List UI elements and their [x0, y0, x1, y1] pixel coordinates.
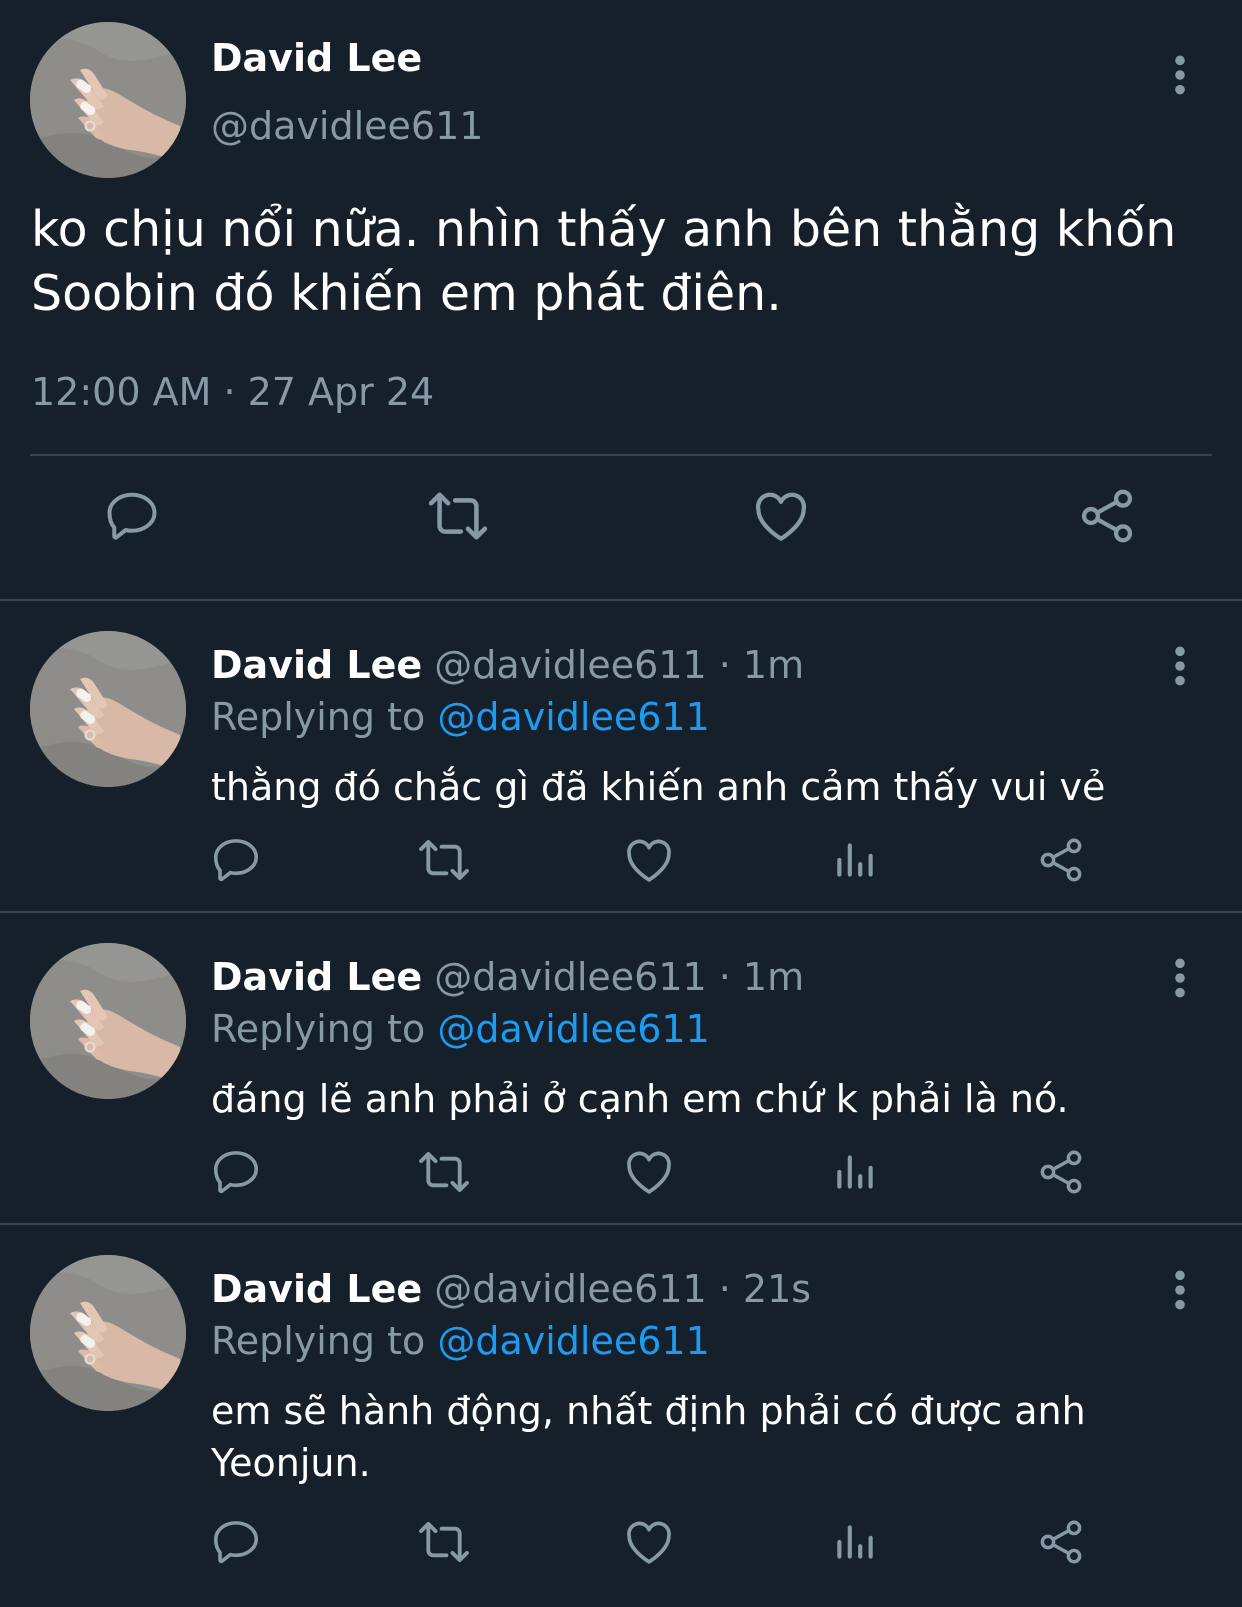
reply-icon	[209, 1145, 263, 1199]
reply-header: David Lee @davidlee611 · 1m	[211, 955, 804, 999]
avatar[interactable]	[30, 943, 186, 1099]
more-vertical-icon	[1173, 1270, 1187, 1310]
like-button[interactable]	[609, 1507, 689, 1577]
retweet-icon	[424, 482, 492, 550]
mention-link[interactable]: @davidlee611	[437, 1007, 709, 1051]
author-name[interactable]: David Lee	[211, 643, 422, 687]
like-icon	[621, 1144, 677, 1200]
handle-time[interactable]: @davidlee611 · 1m	[434, 643, 804, 687]
replying-label: Replying to	[211, 1007, 426, 1051]
more-vertical-icon	[1173, 55, 1187, 95]
author-name[interactable]: David Lee	[211, 955, 422, 999]
stats-button[interactable]	[815, 1137, 895, 1207]
reply-button[interactable]	[196, 1137, 276, 1207]
author-name[interactable]: David Lee	[211, 36, 422, 80]
replying-to: Replying to @davidlee611	[211, 695, 710, 739]
retweet-icon	[415, 831, 473, 889]
more-vertical-icon	[1173, 958, 1187, 998]
reply-icon	[209, 833, 263, 887]
share-icon	[1075, 484, 1139, 548]
replying-to: Replying to @davidlee611	[211, 1319, 710, 1363]
share-icon	[1035, 1516, 1087, 1568]
reply-tweet[interactable]: David Lee @davidlee611 · 1m Replying to …	[0, 601, 1242, 913]
stats-icon	[830, 1147, 880, 1197]
replying-to: Replying to @davidlee611	[211, 1007, 710, 1051]
more-vertical-icon	[1173, 646, 1187, 686]
reply-button[interactable]	[196, 1507, 276, 1577]
reply-header: David Lee @davidlee611 · 21s	[211, 1267, 811, 1311]
stats-icon	[830, 1517, 880, 1567]
avatar[interactable]	[30, 1255, 186, 1411]
tweet-timestamp[interactable]: 12:00 AM · 27 Apr 24	[31, 370, 434, 414]
reply-tweet[interactable]: David Lee @davidlee611 · 1m Replying to …	[0, 913, 1242, 1225]
more-options-button[interactable]	[1160, 1265, 1200, 1315]
avatar[interactable]	[30, 631, 186, 787]
handle-time[interactable]: @davidlee611 · 1m	[434, 955, 804, 999]
share-button[interactable]	[1021, 825, 1101, 895]
divider	[30, 454, 1212, 456]
retweet-icon	[415, 1143, 473, 1201]
tweet-text: em sẽ hành động, nhất định phải có được …	[211, 1389, 1086, 1485]
retweet-button[interactable]	[418, 481, 498, 551]
avatar[interactable]	[30, 22, 186, 178]
tweet-text: đáng lẽ anh phải ở cạnh em chứ k phải là…	[211, 1077, 1069, 1121]
author-name[interactable]: David Lee	[211, 1267, 422, 1311]
main-tweet: David Lee @davidlee611 ko chịu nổi nữa. …	[0, 0, 1242, 601]
share-button[interactable]	[1021, 1137, 1101, 1207]
share-icon	[1035, 1146, 1087, 1198]
reply-header: David Lee @davidlee611 · 1m	[211, 643, 804, 687]
handle-time[interactable]: @davidlee611 · 21s	[434, 1267, 811, 1311]
replying-label: Replying to	[211, 1319, 426, 1363]
mention-link[interactable]: @davidlee611	[437, 695, 709, 739]
stats-button[interactable]	[815, 825, 895, 895]
retweet-button[interactable]	[404, 1137, 484, 1207]
like-icon	[621, 832, 677, 888]
reply-icon	[102, 486, 162, 546]
share-button[interactable]	[1067, 481, 1147, 551]
retweet-button[interactable]	[404, 825, 484, 895]
like-button[interactable]	[609, 825, 689, 895]
more-options-button[interactable]	[1160, 50, 1200, 100]
retweet-icon	[415, 1513, 473, 1571]
replying-label: Replying to	[211, 695, 426, 739]
avatar-image	[30, 631, 186, 787]
tweet-text: ko chịu nổi nữa. nhìn thấy anh bên thằng…	[31, 201, 1177, 322]
like-icon	[621, 1514, 677, 1570]
retweet-button[interactable]	[404, 1507, 484, 1577]
mention-link[interactable]: @davidlee611	[437, 1319, 709, 1363]
reply-tweet[interactable]: David Lee @davidlee611 · 21s Replying to…	[0, 1225, 1242, 1607]
like-button[interactable]	[609, 1137, 689, 1207]
reply-button[interactable]	[196, 825, 276, 895]
more-options-button[interactable]	[1160, 953, 1200, 1003]
stats-icon	[830, 835, 880, 885]
avatar-image	[30, 943, 186, 1099]
reply-icon	[209, 1515, 263, 1569]
avatar-image	[30, 1255, 186, 1411]
share-button[interactable]	[1021, 1507, 1101, 1577]
author-handle[interactable]: @davidlee611	[211, 104, 483, 148]
stats-button[interactable]	[815, 1507, 895, 1577]
reply-button[interactable]	[92, 481, 172, 551]
like-icon	[749, 484, 813, 548]
share-icon	[1035, 834, 1087, 886]
tweet-text: thằng đó chắc gì đã khiến anh cảm thấy v…	[211, 765, 1106, 809]
like-button[interactable]	[741, 481, 821, 551]
more-options-button[interactable]	[1160, 641, 1200, 691]
avatar-image	[30, 22, 186, 178]
